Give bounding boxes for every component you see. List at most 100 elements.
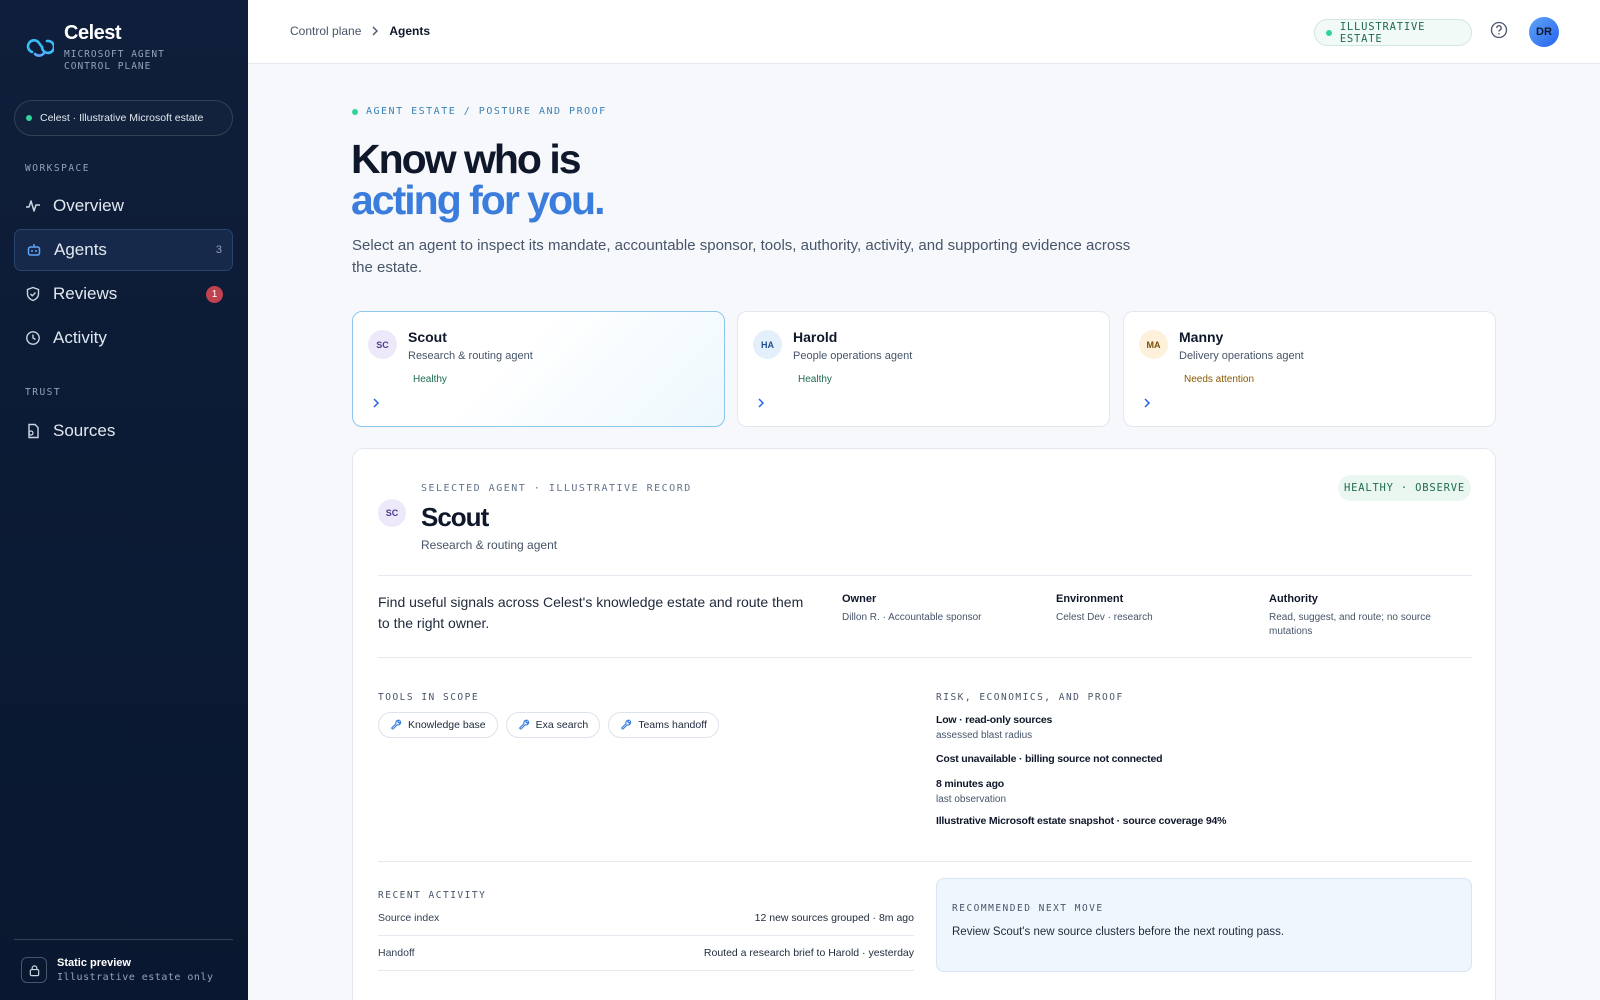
agent-role: People operations agent — [793, 350, 913, 362]
tools-list: Knowledge base Exa search Teams handoff — [378, 712, 719, 738]
risk-main: Illustrative Microsoft estate snapshot ·… — [936, 815, 1227, 827]
topbar: Control plane Agents ILLUSTRATIVE ESTATE… — [248, 0, 1600, 64]
estate-badge-label: ILLUSTRATIVE ESTATE — [1339, 20, 1426, 45]
sidebar-item-label: Agents — [54, 240, 107, 259]
clock-icon — [26, 331, 40, 345]
activity-row[interactable]: Source index 12 new sources grouped · 8m… — [378, 901, 914, 936]
estate-label: Celest · Illustrative Microsoft estate — [40, 112, 204, 124]
estate-badge-dot — [1326, 29, 1332, 36]
agent-detail-panel: SC SELECTED AGENT · ILLUSTRATIVE RECORD … — [352, 448, 1496, 1000]
estate-badge: ILLUSTRATIVE ESTATE — [1314, 19, 1472, 46]
activity-event: Routed a research brief to Harold · yest… — [703, 947, 914, 959]
tool-chip-knowledge-base[interactable]: Knowledge base — [378, 712, 498, 738]
risk-section-label: RISK, ECONOMICS, AND PROOF — [936, 692, 1124, 703]
recommended-next-move: RECOMMENDED NEXT MOVE Review Scout's new… — [936, 878, 1472, 972]
hero-description: Select an agent to inspect its mandate, … — [352, 237, 1131, 276]
chevron-right-icon — [373, 398, 380, 408]
agent-card-manny[interactable]: MA Manny Delivery operations agent Needs… — [1123, 311, 1496, 427]
fact-value: Dillon R. · Accountable sponsor — [842, 612, 982, 623]
activity-source: Handoff — [378, 947, 415, 959]
detail-agent-role: Research & routing agent — [421, 538, 558, 552]
sidebar-item-activity[interactable]: Activity — [14, 317, 233, 359]
sidebar-footer: Static preview Illustrative estate only — [14, 939, 233, 1000]
activity-source: Source index — [378, 912, 440, 924]
divider — [378, 575, 1472, 576]
tool-label: Teams handoff — [638, 719, 707, 731]
fact-value: Celest Dev · research — [1056, 612, 1153, 623]
sidebar-item-reviews[interactable]: Reviews 1 — [14, 273, 233, 315]
agents-count: 3 — [215, 244, 222, 256]
wrench-icon — [391, 719, 402, 730]
sidebar-item-agents[interactable]: Agents 3 — [14, 229, 233, 271]
next-move-label: RECOMMENDED NEXT MOVE — [952, 903, 1104, 914]
agent-role: Delivery operations agent — [1179, 350, 1304, 362]
risk-item-last-observation: 8 minutes ago last observation — [936, 778, 1456, 805]
tool-label: Knowledge base — [408, 719, 486, 731]
robot-icon — [27, 244, 41, 256]
agent-avatar: HA — [753, 330, 782, 359]
tool-chip-teams-handoff[interactable]: Teams handoff — [608, 712, 719, 738]
activity-section-label: RECENT ACTIVITY — [378, 890, 487, 901]
agent-name: Manny — [1179, 329, 1224, 345]
activity-event: 12 new sources grouped · 8m ago — [754, 912, 914, 924]
agent-name: Harold — [793, 329, 838, 345]
risk-main: Low · read-only sources — [936, 714, 1053, 726]
shield-check-icon — [26, 286, 40, 302]
fact-authority: Authority Read, suggest, and route; no s… — [1269, 593, 1459, 639]
estate-status-dot — [26, 115, 32, 121]
sidebar-item-label: Overview — [53, 196, 124, 215]
agent-role: Research & routing agent — [408, 350, 533, 362]
help-icon[interactable] — [1490, 21, 1508, 39]
health-status-badge: HEALTHY · OBSERVE — [1338, 475, 1471, 501]
next-move-text: Review Scout's new source clusters befor… — [952, 926, 1285, 938]
breadcrumb-control-plane[interactable]: Control plane — [290, 24, 361, 38]
reviews-badge: 1 — [206, 285, 223, 303]
estate-selector[interactable]: Celest · Illustrative Microsoft estate — [14, 100, 233, 136]
wrench-icon — [621, 719, 632, 730]
risk-list: Low · read-only sources assessed blast r… — [936, 712, 1456, 827]
agent-status: Needs attention — [1184, 374, 1255, 385]
agent-status: Healthy — [413, 374, 447, 385]
tool-chip-exa-search[interactable]: Exa search — [505, 712, 601, 738]
sidebar-item-label: Reviews — [53, 284, 118, 303]
hero-title-line2: acting for you. — [351, 177, 605, 223]
file-source-icon — [28, 423, 39, 439]
fact-label: Owner — [842, 593, 877, 605]
agent-name: Scout — [408, 329, 447, 345]
risk-main: Cost unavailable · billing source not co… — [936, 753, 1163, 765]
fact-label: Environment — [1056, 593, 1124, 605]
brand-subtitle: MICROSOFT AGENT CONTROL PLANE — [64, 49, 165, 72]
user-avatar[interactable]: DR — [1529, 17, 1559, 47]
brand-name: Celest — [64, 22, 122, 44]
tools-section-label: TOOLS IN SCOPE — [378, 692, 480, 703]
chevron-right-icon — [758, 398, 765, 408]
hero-eyebrow-text: AGENT ESTATE / POSTURE AND PROOF — [366, 106, 607, 117]
agent-card-harold[interactable]: HA Harold People operations agent Health… — [737, 311, 1110, 427]
activity-row[interactable]: Handoff Routed a research brief to Harol… — [378, 936, 914, 971]
wrench-icon — [518, 719, 529, 730]
risk-sub: assessed blast radius — [936, 730, 1033, 741]
sidebar-item-sources[interactable]: Sources — [14, 410, 233, 452]
footer-title: Static preview — [57, 957, 131, 969]
breadcrumb: Control plane Agents — [290, 24, 430, 38]
agent-status: Healthy — [798, 374, 832, 385]
fact-environment: Environment Celest Dev · research — [1056, 593, 1246, 625]
risk-item-coverage: Illustrative Microsoft estate snapshot ·… — [936, 815, 1456, 827]
fact-owner: Owner Dillon R. · Accountable sponsor — [842, 593, 1032, 625]
divider — [378, 861, 1472, 862]
sidebar-item-overview[interactable]: Overview — [14, 185, 233, 227]
celest-logo-icon — [26, 39, 54, 57]
chevron-right-icon — [372, 26, 379, 36]
chevron-right-icon — [1144, 398, 1151, 408]
detail-avatar: SC — [378, 499, 406, 527]
main-content: AGENT ESTATE / POSTURE AND PROOF Know wh… — [248, 64, 1600, 1000]
lock-icon — [21, 957, 47, 983]
agent-card-scout[interactable]: SC Scout Research & routing agent Health… — [352, 311, 725, 427]
workspace-section-label: WORKSPACE — [25, 163, 90, 174]
detail-eyebrow: SELECTED AGENT · ILLUSTRATIVE RECORD — [421, 483, 692, 494]
footer-subtitle: Illustrative estate only — [57, 972, 214, 983]
brand[interactable]: Celest MICROSOFT AGENT CONTROL PLANE — [24, 22, 214, 73]
risk-item-cost: Cost unavailable · billing source not co… — [936, 753, 1456, 765]
detail-agent-name: Scout — [421, 502, 489, 532]
fact-label: Authority — [1269, 593, 1318, 605]
